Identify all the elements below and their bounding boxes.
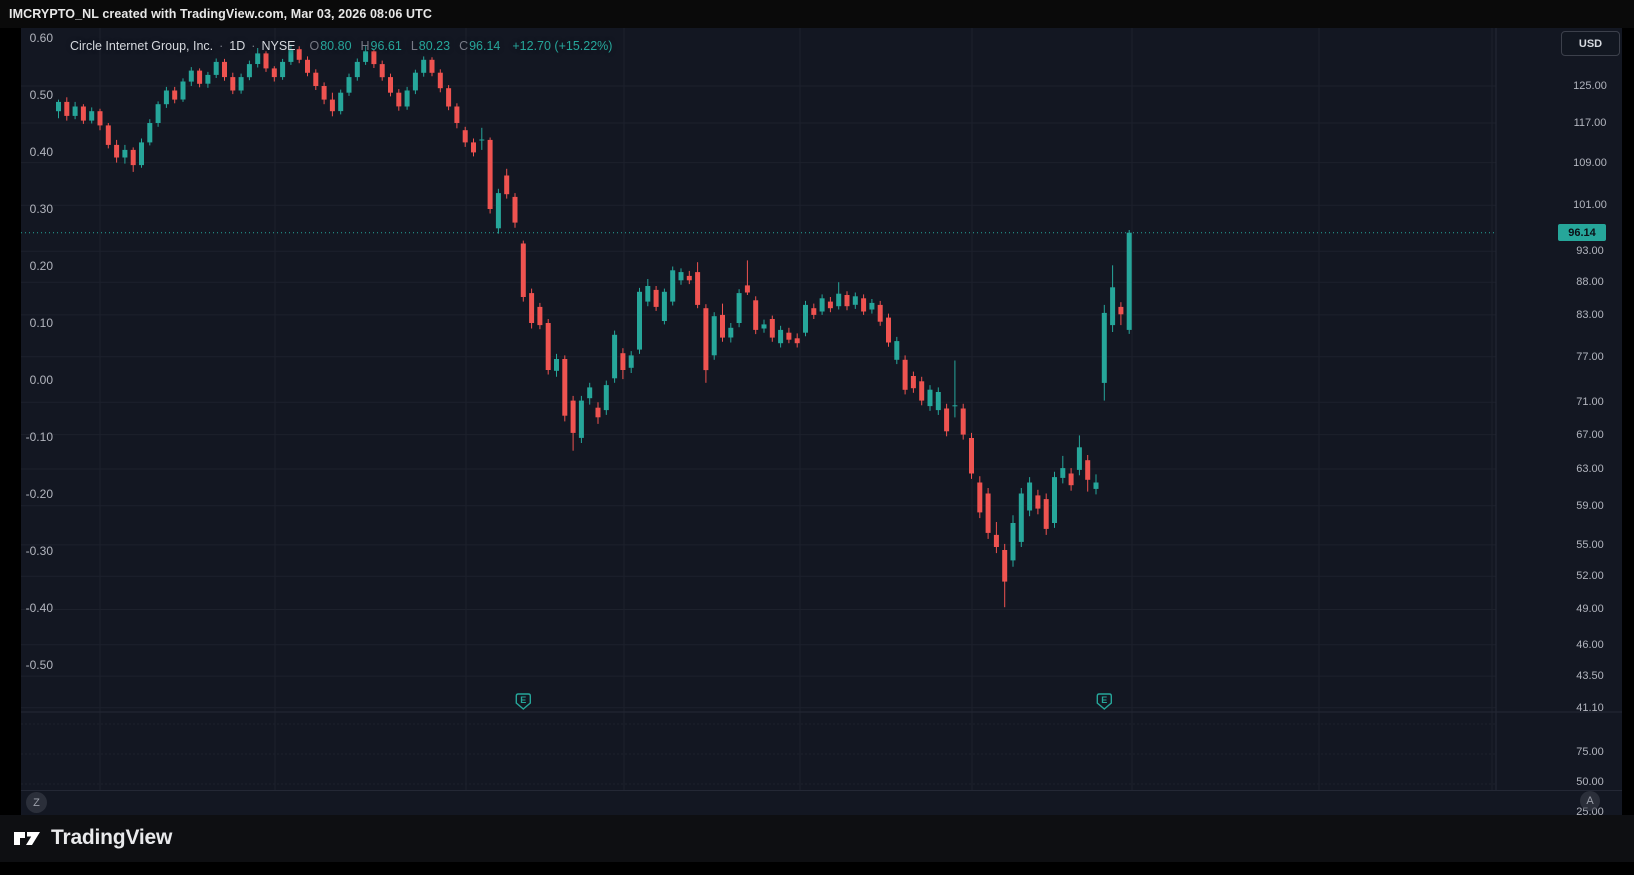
candlestick-chart-canvas[interactable]: EE [21,28,1622,790]
right-axis-label: 43.50 [1561,669,1619,683]
earnings-marker[interactable]: E [1097,694,1111,709]
currency-button[interactable]: USD [1561,31,1620,56]
right-axis-label: 63.00 [1561,462,1619,476]
symbol-header: Circle Internet Group, Inc. · 1D · NYSE … [70,36,612,56]
right-axis-label: 46.00 [1561,638,1619,652]
left-axis-label: 0.40 [21,145,53,159]
left-axis-label: -0.40 [21,601,53,615]
right-axis-label: 41.10 [1561,701,1619,715]
last-price-tag: 96.14 [1558,224,1606,241]
interval-label[interactable]: 1D [229,39,245,53]
tradingview-wordmark: TradingView [51,826,172,850]
tradingview-logo-icon [12,823,42,853]
left-axis-label: 0.60 [21,31,53,45]
left-axis-label: 0.10 [21,316,53,330]
low-value: 80.23 [419,39,450,53]
right-axis-label: 93.00 [1561,244,1619,258]
right-axis-label: 49.00 [1561,602,1619,616]
ohlc-values: O80.80 H96.61 L80.23 C96.14 [310,39,501,53]
right-axis-label: 101.00 [1561,198,1619,212]
symbol-title[interactable]: Circle Internet Group, Inc. [70,39,213,53]
footer-bar: TradingView [0,815,1634,862]
left-axis-label: 0.20 [21,259,53,273]
tradingview-brand[interactable]: TradingView [12,823,172,853]
right-axis-label: 67.00 [1561,428,1619,442]
close-value: 96.14 [469,39,500,53]
attribution-bar: IMCRYPTO_NL created with TradingView.com… [0,0,1634,28]
lower-pane-axis-label: 50.00 [1561,775,1619,789]
right-axis-label: 83.00 [1561,308,1619,322]
right-axis-label: 77.00 [1561,350,1619,364]
low-label: L [411,39,418,53]
left-axis-label: -0.10 [21,430,53,444]
right-axis-label: 125.00 [1561,79,1619,93]
right-axis-label: 52.00 [1561,569,1619,583]
high-value: 96.61 [371,39,402,53]
time-scale[interactable]: SepOctNovDec2026FebMarAprMay [21,790,1622,816]
left-axis-label: -0.20 [21,487,53,501]
timezone-button[interactable]: Z [26,792,47,813]
right-axis-label: 55.00 [1561,538,1619,552]
open-label: O [310,39,320,53]
right-axis-label: 59.00 [1561,499,1619,513]
change-value: +12.70 (+15.22%) [512,39,612,53]
header-separator: · [219,39,223,53]
svg-text:E: E [1101,695,1107,705]
right-axis-label: 88.00 [1561,275,1619,289]
left-axis-label: -0.50 [21,658,53,672]
tradingview-snapshot: IMCRYPTO_NL created with TradingView.com… [0,0,1634,875]
left-axis-label: 0.30 [21,202,53,216]
left-axis-label: 0.50 [21,88,53,102]
close-label: C [459,39,468,53]
left-axis-label: -0.30 [21,544,53,558]
svg-text:E: E [520,695,526,705]
open-value: 80.80 [320,39,351,53]
right-axis-label: 109.00 [1561,156,1619,170]
chart-widget[interactable]: EE Circle Internet Group, Inc. · 1D · NY… [21,28,1622,815]
exchange-label: NYSE [261,39,295,53]
high-label: H [361,39,370,53]
right-axis-label: 117.00 [1561,116,1619,130]
earnings-marker[interactable]: E [516,694,530,709]
right-axis-label: 71.00 [1561,395,1619,409]
header-separator: · [251,39,255,53]
attribution-text: IMCRYPTO_NL created with TradingView.com… [9,0,432,28]
left-axis-label: 0.00 [21,373,53,387]
auto-scale-button[interactable]: A [1580,791,1600,811]
lower-pane-axis-label: 75.00 [1561,745,1619,759]
